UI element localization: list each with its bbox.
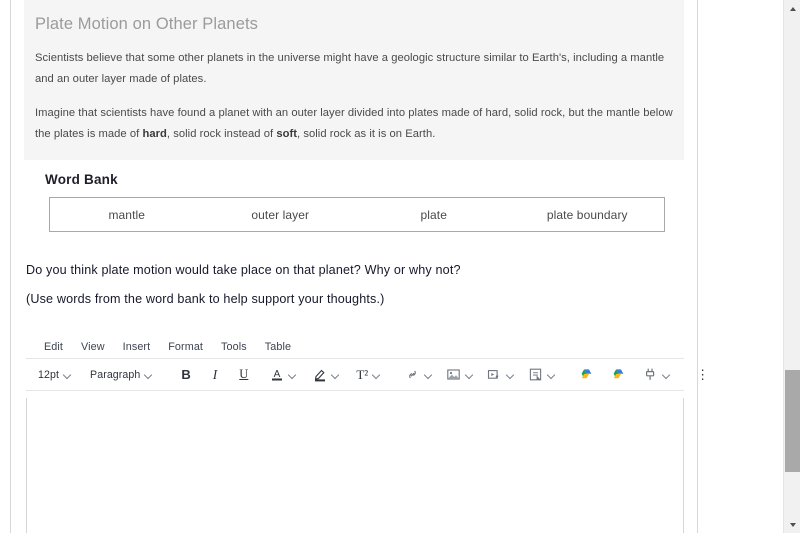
word-bank-item: plate xyxy=(420,207,448,222)
underline-button[interactable]: U xyxy=(235,363,252,387)
panel-paragraph-1: Scientists believe that some other plane… xyxy=(35,52,665,85)
font-size-value: 12pt xyxy=(38,368,60,381)
content-column: Plate Motion on Other Planets Scientists… xyxy=(24,0,709,533)
menu-insert[interactable]: Insert xyxy=(114,336,160,359)
scrollbar-thumb[interactable] xyxy=(785,370,800,472)
chevron-down-icon[interactable] xyxy=(289,371,297,379)
link-icon xyxy=(405,367,420,382)
scroll-down-arrow[interactable] xyxy=(784,516,800,533)
block-format-dropdown[interactable]: Paragraph xyxy=(86,363,157,387)
menu-tools[interactable]: Tools xyxy=(212,336,256,359)
page-root: Plate Motion on Other Planets Scientists… xyxy=(0,0,800,533)
highlight-color-button[interactable] xyxy=(309,363,344,387)
bold-button[interactable]: B xyxy=(177,363,194,387)
editor-text-area[interactable] xyxy=(26,398,684,533)
menu-format[interactable]: Format xyxy=(159,336,212,359)
formats-button[interactable]: T² xyxy=(352,363,385,387)
vertical-scrollbar[interactable] xyxy=(783,0,800,533)
panel-paragraph-2: Imagine that scientists have found a pla… xyxy=(35,107,673,140)
right-page-rule xyxy=(697,0,698,533)
text-color-button[interactable]: A xyxy=(266,363,301,387)
block-format-value: Paragraph xyxy=(90,368,141,381)
menu-view[interactable]: View xyxy=(72,336,114,359)
italic-icon: I xyxy=(212,366,218,382)
menu-table[interactable]: Table xyxy=(256,336,300,359)
scroll-up-arrow-icon xyxy=(789,6,796,11)
question-prompt: Do you think plate motion would take pla… xyxy=(26,263,461,277)
page-title: Plate Motion on Other Planets xyxy=(35,15,259,33)
svg-text:A: A xyxy=(274,369,281,380)
image-icon xyxy=(446,367,461,382)
scroll-up-arrow[interactable] xyxy=(784,0,800,17)
menu-edit[interactable]: Edit xyxy=(38,336,72,359)
plug-icon xyxy=(643,367,658,382)
word-bank-item: outer layer xyxy=(251,207,310,222)
google-drive-button-1[interactable] xyxy=(575,363,598,387)
insert-link-button[interactable] xyxy=(401,363,437,387)
scroll-down-arrow-icon xyxy=(789,522,796,527)
insert-image-button[interactable] xyxy=(442,363,478,387)
left-page-rule xyxy=(10,0,11,533)
google-drive-button-2[interactable] xyxy=(607,363,630,387)
google-drive-icon xyxy=(611,368,626,382)
media-icon xyxy=(487,367,502,382)
insert-template-button[interactable] xyxy=(524,363,560,387)
kebab-menu-icon: ⋮ xyxy=(696,366,710,382)
word-bank-item: mantle xyxy=(108,207,146,222)
info-panel: Plate Motion on Other Planets Scientists… xyxy=(24,0,684,160)
underline-icon: U xyxy=(239,367,249,382)
chevron-down-icon[interactable] xyxy=(507,371,515,379)
chevron-down-icon[interactable] xyxy=(548,371,556,379)
plugin-button[interactable] xyxy=(639,363,675,387)
word-bank-heading: Word Bank xyxy=(45,172,118,187)
chevron-down-icon[interactable] xyxy=(332,371,340,379)
more-options-button[interactable]: ⋮ xyxy=(692,363,713,387)
italic-button[interactable]: I xyxy=(209,363,222,387)
text-color-icon: A xyxy=(270,367,284,382)
chevron-down-icon xyxy=(145,371,153,379)
word-bank-item: plate boundary xyxy=(546,207,628,222)
font-size-dropdown[interactable]: 12pt xyxy=(34,363,76,387)
editor-menubar: Edit View Insert Format Tools Table xyxy=(26,336,684,359)
word-bank-box: mantle outer layer plate plate boundary xyxy=(49,197,665,232)
bold-icon: B xyxy=(181,367,191,382)
google-drive-icon xyxy=(579,368,594,382)
document-template-icon xyxy=(528,367,543,382)
editor-toolbar: 12pt Paragraph B I U A T² ⋮ xyxy=(26,359,709,391)
chevron-down-icon[interactable] xyxy=(373,371,381,379)
highlight-pen-icon xyxy=(313,367,327,382)
chevron-down-icon[interactable] xyxy=(466,371,474,379)
chevron-down-icon xyxy=(64,371,72,379)
insert-media-button[interactable] xyxy=(483,363,519,387)
chevron-down-icon[interactable] xyxy=(663,371,671,379)
superscript-icon: T² xyxy=(356,367,369,382)
chevron-down-icon[interactable] xyxy=(425,371,433,379)
question-hint: (Use words from the word bank to help su… xyxy=(26,292,385,306)
